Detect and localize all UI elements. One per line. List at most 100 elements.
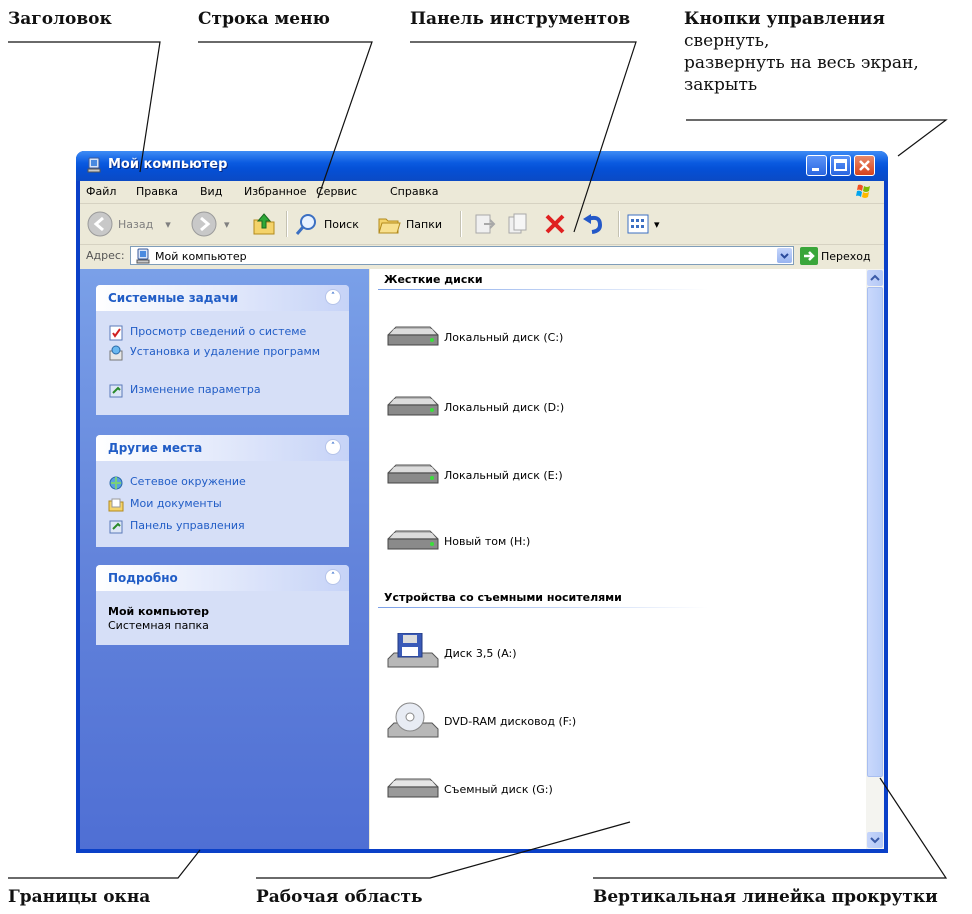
drive-item[interactable]: Локальный диск (D:): [384, 387, 564, 427]
views-dropdown-icon: ▾: [654, 217, 660, 231]
close-icon: [859, 160, 870, 171]
my-documents-icon: [108, 498, 124, 512]
hard-disk-icon: [387, 326, 439, 346]
move-to-icon: [475, 214, 496, 234]
delete-button[interactable]: [542, 204, 568, 244]
task-pane: Системные задачи ˄ Просмотр сведений о с…: [80, 269, 369, 849]
menu-bar: Файл Правка Вид Избранное Сервис Справка: [80, 181, 884, 204]
drive-item[interactable]: Новый том (H:): [384, 521, 530, 561]
add-remove-programs-icon: [109, 345, 123, 361]
toolbar-separator: [460, 211, 462, 237]
move-to-button[interactable]: [472, 204, 498, 244]
details-header[interactable]: Подробно ˄: [96, 565, 349, 591]
control-panel-icon: [109, 520, 123, 534]
scroll-down-button[interactable]: [867, 832, 883, 848]
go-button[interactable]: Переход: [800, 246, 871, 266]
network-icon: [109, 476, 123, 490]
place-control-panel[interactable]: Панель управления: [108, 519, 330, 535]
drive-item[interactable]: Локальный диск (E:): [384, 455, 563, 495]
go-arrow-icon: [800, 247, 818, 265]
other-places-header[interactable]: Другие места ˄: [96, 435, 349, 461]
toolbar-separator: [286, 211, 288, 237]
window-title: Мой компьютер: [108, 157, 228, 172]
folders-button[interactable]: Папки: [376, 204, 442, 244]
system-info-icon: [109, 325, 123, 341]
scroll-up-button[interactable]: [867, 270, 883, 286]
toolbar-separator: [618, 211, 620, 237]
drive-item[interactable]: Съемный диск (G:): [384, 769, 553, 809]
drive-item[interactable]: Диск 3,5 (A:): [384, 633, 517, 673]
task-change-setting[interactable]: Изменение параметра: [108, 383, 330, 399]
address-dropdown-button[interactable]: [777, 248, 792, 263]
address-label: Адрес:: [86, 249, 125, 262]
group-divider: [378, 289, 708, 290]
collapse-icon[interactable]: ˄: [325, 439, 341, 455]
details-desc: Системная папка: [108, 619, 209, 632]
annot-menu-bar: Строка меню: [198, 9, 330, 29]
hard-disk-icon: [387, 530, 439, 550]
removable-disk-icon: [387, 778, 439, 798]
chevron-down-icon: [870, 837, 880, 844]
copy-to-icon: [508, 213, 527, 234]
task-view-system-info[interactable]: Просмотр сведений о системе: [108, 325, 330, 341]
chevron-up-icon: [870, 274, 880, 281]
forward-button[interactable]: ▾: [190, 204, 230, 244]
content-area: Системные задачи ˄ Просмотр сведений о с…: [80, 269, 884, 849]
up-folder-icon: [253, 213, 275, 235]
collapse-icon[interactable]: ˄: [325, 569, 341, 585]
back-arrow-icon: [87, 211, 113, 237]
menu-favorites[interactable]: Избранное: [244, 185, 306, 198]
vertical-scrollbar[interactable]: [866, 269, 884, 849]
views-button[interactable]: ▾: [626, 204, 660, 244]
back-button[interactable]: Назад ▾: [86, 204, 171, 244]
details-panel: Подробно ˄ Мой компьютер Системная папка: [96, 565, 349, 645]
maximize-icon: [834, 159, 847, 171]
menu-file[interactable]: Файл: [86, 185, 116, 198]
minimize-icon: [812, 168, 819, 171]
delete-icon: [545, 214, 565, 234]
search-button[interactable]: Поиск: [294, 204, 359, 244]
go-label: Переход: [821, 249, 871, 263]
undo-button[interactable]: [580, 204, 606, 244]
details-name: Мой компьютер: [108, 605, 210, 618]
place-network[interactable]: Сетевое окружение: [108, 475, 330, 491]
task-add-remove-programs[interactable]: Установка и удаление программ: [108, 345, 330, 361]
dvd-drive-icon: [387, 702, 439, 738]
annot-controls: Кнопки управления свернуть, развернуть н…: [684, 9, 919, 95]
hard-disk-icon: [387, 396, 439, 416]
menu-help[interactable]: Справка: [390, 185, 438, 198]
other-places-panel: Другие места ˄ Сетевое окружение Мои док…: [96, 435, 349, 547]
group-header-removable: Устройства со съемными носителями: [384, 591, 622, 604]
control-panel-icon: [109, 384, 123, 398]
computer-icon: [87, 157, 101, 173]
close-button[interactable]: [854, 155, 875, 176]
place-my-documents[interactable]: Мои документы: [108, 497, 330, 513]
title-bar[interactable]: Мой компьютер: [76, 151, 888, 181]
folders-icon: [378, 218, 401, 234]
explorer-window: Мой компьютер Файл Правка Вид Избранное …: [76, 151, 888, 853]
menu-edit[interactable]: Правка: [136, 185, 178, 198]
scroll-thumb[interactable]: [867, 287, 883, 777]
system-tasks-panel: Системные задачи ˄ Просмотр сведений о с…: [96, 285, 349, 415]
minimize-button[interactable]: [806, 155, 827, 176]
address-bar: Адрес: Мой компьютер Переход: [80, 245, 884, 267]
hard-disk-icon: [387, 464, 439, 484]
address-input[interactable]: Мой компьютер: [130, 246, 794, 265]
drive-item[interactable]: DVD-RAM дисковод (F:): [384, 701, 576, 741]
group-header-hard-disks: Жесткие диски: [384, 273, 483, 286]
window-client: Файл Правка Вид Избранное Сервис Справка…: [80, 181, 884, 849]
system-tasks-header[interactable]: Системные задачи ˄: [96, 285, 349, 311]
menu-tools[interactable]: Сервис: [316, 185, 357, 198]
computer-icon: [136, 248, 150, 264]
annot-toolbar: Панель инструментов: [410, 9, 631, 29]
menu-view[interactable]: Вид: [200, 185, 222, 198]
drive-item[interactable]: Локальный диск (C:): [384, 317, 563, 357]
views-icon: [627, 214, 649, 234]
copy-to-button[interactable]: [506, 204, 532, 244]
maximize-button[interactable]: [830, 155, 851, 176]
collapse-icon[interactable]: ˄: [325, 289, 341, 305]
search-icon: [295, 214, 316, 235]
floppy-drive-icon: [387, 633, 439, 668]
up-folder-button[interactable]: [250, 204, 278, 244]
back-dropdown-icon: ▾: [165, 217, 171, 231]
